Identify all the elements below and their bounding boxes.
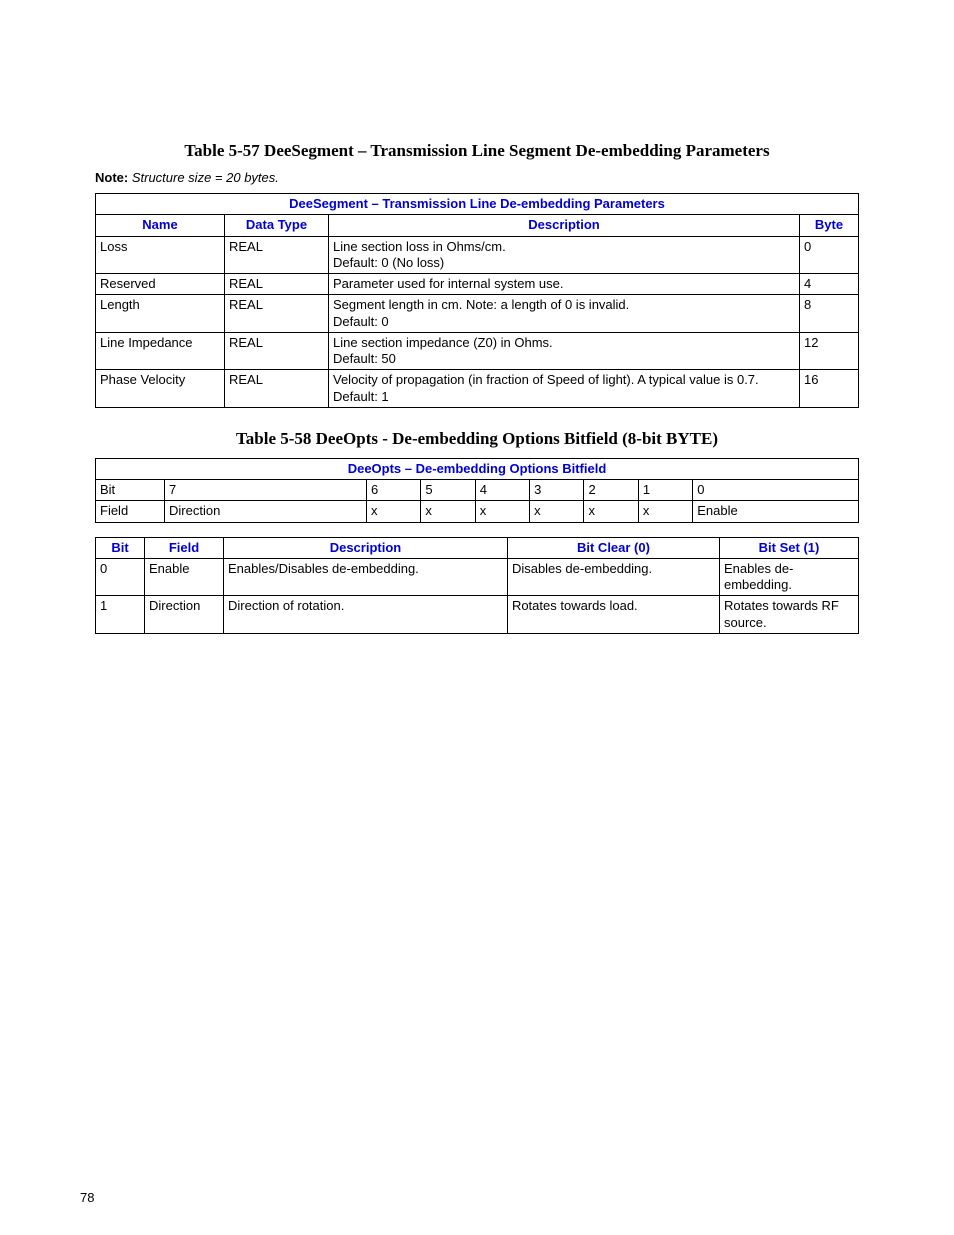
cell: 0 — [800, 236, 859, 274]
cell: 8 — [800, 295, 859, 333]
cell: REAL — [225, 274, 329, 295]
cell: Direction — [145, 596, 224, 634]
cell: REAL — [225, 236, 329, 274]
table-row: Field Direction x x x x x x Enable — [96, 501, 859, 522]
table-title: DeeSegment – Transmission Line De-embedd… — [96, 194, 859, 215]
cell: Field — [96, 501, 165, 522]
cell: 1 — [96, 596, 145, 634]
cell: Enable — [145, 558, 224, 596]
col-bitclear: Bit Clear (0) — [507, 537, 719, 558]
table-caption-2: Table 5-58 DeeOpts - De-embedding Option… — [105, 428, 849, 450]
cell: x — [475, 501, 529, 522]
page-number: 78 — [80, 1190, 94, 1205]
col-description: Description — [329, 215, 800, 236]
col-name: Name — [96, 215, 225, 236]
cell: Loss — [96, 236, 225, 274]
col-byte: Byte — [800, 215, 859, 236]
cell: x — [584, 501, 638, 522]
cell: 0 — [693, 480, 859, 501]
table-deeopts-desc: Bit Field Description Bit Clear (0) Bit … — [95, 537, 859, 634]
cell: Bit — [96, 480, 165, 501]
cell: Velocity of propagation (in fraction of … — [329, 370, 800, 408]
cell: 12 — [800, 332, 859, 370]
cell: Enables de-embedding. — [720, 558, 859, 596]
cell: Segment length in cm. Note: a length of … — [329, 295, 800, 333]
col-field: Field — [145, 537, 224, 558]
cell: Enable — [693, 501, 859, 522]
table-row: Bit 7 6 5 4 3 2 1 0 — [96, 480, 859, 501]
cell: 0 — [96, 558, 145, 596]
cell: 6 — [366, 480, 420, 501]
cell: 1 — [638, 480, 692, 501]
cell: Length — [96, 295, 225, 333]
table-caption-1: Table 5-57 DeeSegment – Transmission Lin… — [105, 140, 849, 162]
page: Table 5-57 DeeSegment – Transmission Lin… — [0, 0, 954, 1235]
col-bit: Bit — [96, 537, 145, 558]
table-title: DeeOpts – De-embedding Options Bitfield — [96, 458, 859, 479]
cell: Enables/Disables de-embedding. — [224, 558, 508, 596]
cell: REAL — [225, 332, 329, 370]
col-datatype: Data Type — [225, 215, 329, 236]
cell: Reserved — [96, 274, 225, 295]
cell: Line Impedance — [96, 332, 225, 370]
table-row: Reserved REAL Parameter used for interna… — [96, 274, 859, 295]
cell: 3 — [530, 480, 584, 501]
note-text: Structure size = 20 bytes. — [128, 170, 279, 185]
cell: Parameter used for internal system use. — [329, 274, 800, 295]
cell: Phase Velocity — [96, 370, 225, 408]
cell: 5 — [421, 480, 475, 501]
cell: Direction of rotation. — [224, 596, 508, 634]
cell: Line section impedance (Z0) in Ohms. Def… — [329, 332, 800, 370]
table-row: 0 Enable Enables/Disables de-embedding. … — [96, 558, 859, 596]
cell: REAL — [225, 370, 329, 408]
table-row: Line Impedance REAL Line section impedan… — [96, 332, 859, 370]
col-description: Description — [224, 537, 508, 558]
note-line: Note: Structure size = 20 bytes. — [95, 170, 859, 185]
table-row: Phase Velocity REAL Velocity of propagat… — [96, 370, 859, 408]
col-bitset: Bit Set (1) — [720, 537, 859, 558]
cell: REAL — [225, 295, 329, 333]
cell: Line section loss in Ohms/cm. Default: 0… — [329, 236, 800, 274]
cell: 2 — [584, 480, 638, 501]
cell: x — [530, 501, 584, 522]
table-deesegment: DeeSegment – Transmission Line De-embedd… — [95, 193, 859, 408]
cell: Rotates towards load. — [507, 596, 719, 634]
cell: 16 — [800, 370, 859, 408]
cell: Disables de-embedding. — [507, 558, 719, 596]
cell: Rotates towards RF source. — [720, 596, 859, 634]
table-row: 1 Direction Direction of rotation. Rotat… — [96, 596, 859, 634]
cell: 4 — [800, 274, 859, 295]
table-row: Length REAL Segment length in cm. Note: … — [96, 295, 859, 333]
note-label: Note: — [95, 170, 128, 185]
cell: x — [366, 501, 420, 522]
table-row: Loss REAL Line section loss in Ohms/cm. … — [96, 236, 859, 274]
cell: Direction — [165, 501, 367, 522]
cell: x — [421, 501, 475, 522]
cell: 7 — [165, 480, 367, 501]
table-deeopts-bits: DeeOpts – De-embedding Options Bitfield … — [95, 458, 859, 523]
cell: 4 — [475, 480, 529, 501]
cell: x — [638, 501, 692, 522]
